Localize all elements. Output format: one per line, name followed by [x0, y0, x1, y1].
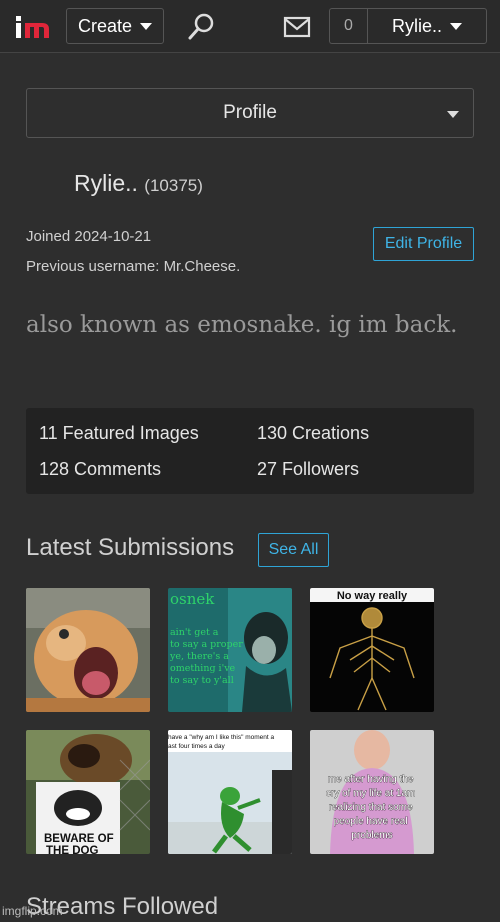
- kermit-caption-1: have a "why am I like this" moment a: [168, 734, 275, 741]
- user-points: (10375): [144, 176, 203, 195]
- profile-select-label: Profile: [223, 102, 277, 123]
- creations-link[interactable]: 130 Creations: [257, 423, 369, 444]
- followers-link[interactable]: 27 Followers: [257, 459, 359, 480]
- crying-caption-2: cry of my life at 1am: [326, 788, 415, 799]
- crying-caption-4: people have real: [334, 816, 408, 827]
- mail-icon[interactable]: [283, 16, 311, 38]
- template-line-2: to say a proper: [170, 639, 243, 650]
- user-menu-button[interactable]: Rylie..: [367, 8, 487, 44]
- crying-caption-3: realizing that some: [329, 802, 413, 813]
- meme-caption: No way really: [337, 590, 408, 602]
- template-line-5: to say to y'all: [170, 675, 234, 686]
- profile-bio: also known as emosnake. ig im back.: [26, 312, 458, 338]
- create-label: Create: [77, 15, 133, 36]
- comments-link[interactable]: 128 Comments: [39, 459, 161, 480]
- latest-submissions-title: Latest Submissions: [26, 534, 235, 561]
- joined-date: Joined 2024-10-21: [26, 228, 152, 245]
- imgflip-watermark: imgflip.com: [2, 904, 63, 918]
- edit-profile-button[interactable]: Edit Profile: [373, 227, 474, 261]
- chevron-down-icon: [447, 111, 459, 118]
- imgflip-logo[interactable]: [14, 12, 52, 42]
- search-icon[interactable]: [186, 12, 216, 42]
- previous-username: Previous username: Mr.Cheese.: [26, 258, 241, 275]
- nervous-system-thumb[interactable]: No way really: [310, 588, 434, 712]
- crying-man-thumb[interactable]: me after having the cry of my life at 1a…: [310, 730, 434, 854]
- notification-count[interactable]: 0: [329, 8, 367, 44]
- chevron-down-icon: [140, 22, 153, 30]
- profile-stats: 11 Featured Images 130 Creations 128 Com…: [26, 408, 474, 494]
- cat-meme-thumb[interactable]: [26, 588, 150, 712]
- top-nav: Create 0 Rylie..: [0, 0, 500, 53]
- kermit-caption-2: ast four times a day: [168, 743, 225, 750]
- username-text: Rylie..: [74, 170, 138, 196]
- crying-caption-1: me after having the: [328, 774, 414, 785]
- sign-line-1: BEWARE OF: [44, 833, 114, 845]
- profile-section-select[interactable]: Profile: [26, 88, 474, 138]
- kermit-thumb[interactable]: have a "why am I like this" moment a ast…: [168, 730, 292, 854]
- template-title: osnek: [170, 590, 215, 608]
- chevron-down-icon: [450, 22, 462, 30]
- user-menu-label: Rylie..: [391, 15, 442, 36]
- crying-caption-5: problems: [351, 830, 392, 841]
- sign-line-2: THE DOG: [46, 845, 98, 854]
- template-line-4: omething i've: [170, 663, 236, 674]
- featured-images-link[interactable]: 11 Featured Images: [39, 423, 199, 444]
- template-line-3: ye, there's a: [169, 651, 229, 662]
- template-line-1: ain't get a: [170, 627, 219, 638]
- beware-dog-thumb[interactable]: BEWARE OF THE DOG: [26, 730, 150, 854]
- see-all-button[interactable]: See All: [258, 533, 329, 567]
- profile-username: Rylie.. (10375): [74, 170, 203, 197]
- emosnek-template-thumb[interactable]: osnek ain't get a to say a proper ye, th…: [168, 588, 292, 712]
- create-button[interactable]: Create: [66, 8, 164, 44]
